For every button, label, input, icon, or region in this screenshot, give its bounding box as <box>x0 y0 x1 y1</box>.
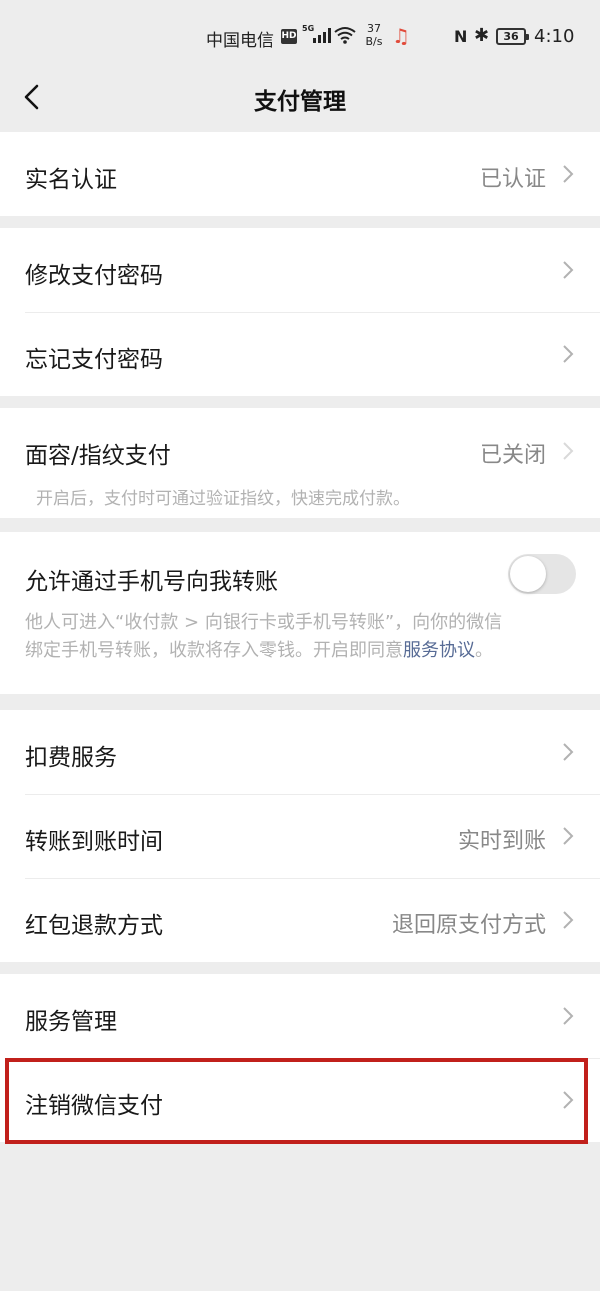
nav-bar: 支付管理 <box>0 68 600 130</box>
hd-icon: HD <box>281 29 297 44</box>
real-name-group: 实名认证 已认证 <box>0 132 600 216</box>
biometric-pay-item[interactable]: 面容/指纹支付 已关闭 开启后，支付时可通过验证指纹，快速完成付款。 <box>0 408 600 518</box>
status-bar: 中国电信 HD 5G 37 B/s ♫ N ✱ 36 4:10 <box>0 0 600 68</box>
deduction-service-item[interactable]: 扣费服务 <box>0 710 600 794</box>
password-group: 修改支付密码 忘记支付密码 <box>0 228 600 396</box>
phone-transfer-label: 允许通过手机号向我转账 <box>25 569 278 595</box>
carrier-label: 中国电信 <box>206 31 274 51</box>
service-manage-item[interactable]: 服务管理 <box>0 974 600 1058</box>
music-note-icon: ♫ <box>392 24 410 48</box>
chevron-right-icon <box>562 261 574 279</box>
phone-transfer-description-line1: 他人可进入“收付款 > 向银行卡或手机号转账”，向你的微信 <box>25 612 503 633</box>
network-speed: 37 B/s <box>362 22 386 48</box>
page-title: 支付管理 <box>254 89 346 115</box>
red-packet-refund-label: 红包退款方式 <box>25 913 163 939</box>
services-group: 扣费服务 转账到账时间 实时到账 红包退款方式 退回原支付方式 <box>0 710 600 962</box>
phone-transfer-description-end: 。 <box>475 640 493 661</box>
chevron-right-icon <box>562 1007 574 1025</box>
phone-transfer-description-text: 绑定手机号转账，收款将存入零钱。开启即同意 <box>25 640 403 661</box>
phone-transfer-description-line2: 绑定手机号转账，收款将存入零钱。开启即同意服务协议。 <box>25 636 493 662</box>
real-name-label: 实名认证 <box>25 167 117 193</box>
red-packet-refund-value: 退回原支付方式 <box>391 913 546 938</box>
transfer-time-label: 转账到账时间 <box>25 829 163 855</box>
chevron-right-icon <box>562 442 574 460</box>
service-agreement-link[interactable]: 服务协议 <box>403 640 475 661</box>
clock: 4:10 <box>534 26 575 47</box>
change-password-label: 修改支付密码 <box>25 263 163 289</box>
speed-unit: B/s <box>365 35 383 48</box>
bluetooth-icon: ✱ <box>474 25 490 46</box>
change-password-item[interactable]: 修改支付密码 <box>0 228 600 312</box>
red-packet-refund-item[interactable]: 红包退款方式 退回原支付方式 <box>0 878 600 962</box>
chevron-right-icon <box>562 743 574 761</box>
signal-icon <box>313 28 331 47</box>
service-manage-label: 服务管理 <box>25 1009 117 1035</box>
real-name-item[interactable]: 实名认证 已认证 <box>0 132 600 216</box>
chevron-right-icon <box>562 345 574 363</box>
wifi-icon <box>334 26 356 48</box>
toggle-knob <box>510 556 546 592</box>
real-name-status: 已认证 <box>479 167 546 192</box>
deduction-service-label: 扣费服务 <box>25 745 117 771</box>
phone-transfer-toggle[interactable] <box>508 554 576 594</box>
biometric-pay-description: 开启后，支付时可通过验证指纹，快速完成付款。 <box>36 489 410 509</box>
highlight-box <box>5 1058 588 1144</box>
chevron-right-icon <box>562 911 574 929</box>
nfc-icon: N <box>454 27 468 46</box>
chevron-right-icon <box>562 165 574 183</box>
biometric-pay-label: 面容/指纹支付 <box>25 443 171 469</box>
forgot-password-label: 忘记支付密码 <box>25 347 163 373</box>
biometric-group: 面容/指纹支付 已关闭 开启后，支付时可通过验证指纹，快速完成付款。 <box>0 408 600 518</box>
battery-icon: 36 <box>496 28 529 45</box>
chevron-right-icon <box>562 827 574 845</box>
transfer-time-value: 实时到账 <box>457 829 546 854</box>
biometric-pay-status: 已关闭 <box>479 443 546 468</box>
transfer-time-item[interactable]: 转账到账时间 实时到账 <box>0 794 600 878</box>
forgot-password-item[interactable]: 忘记支付密码 <box>0 312 600 396</box>
speed-value: 37 <box>367 22 381 35</box>
